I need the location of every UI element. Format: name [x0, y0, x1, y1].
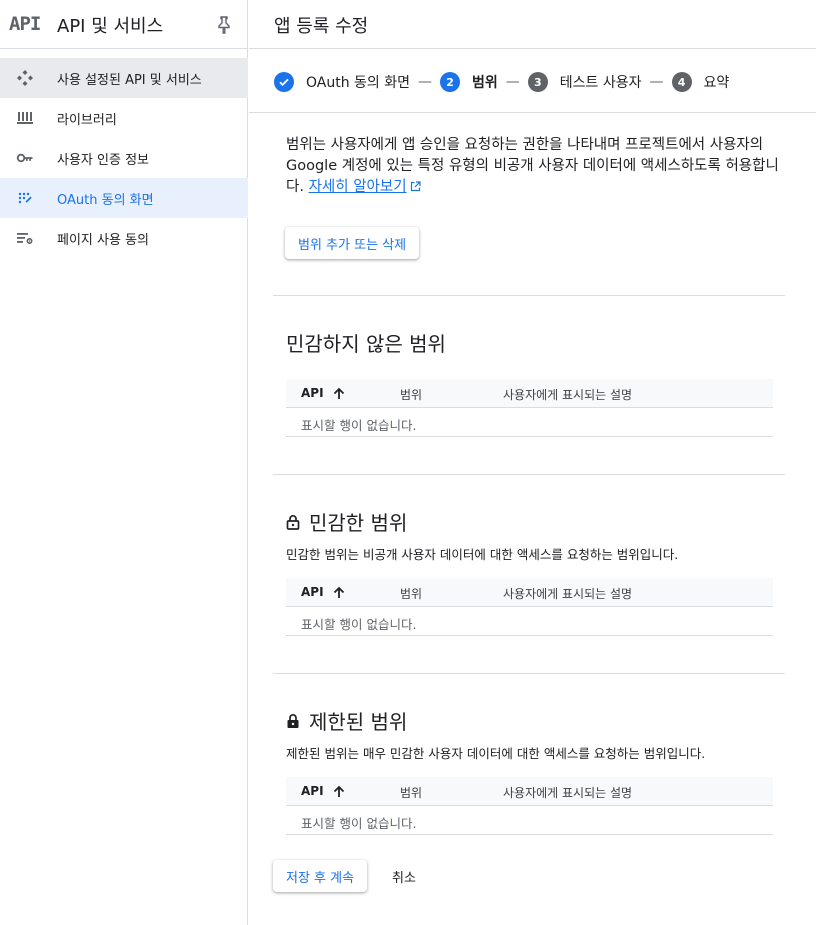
key-icon [16, 153, 33, 163]
section-title-text: 제한된 범위 [309, 710, 408, 734]
sidebar-item-credentials[interactable]: 사용자 인증 정보 [0, 138, 248, 178]
section-divider [273, 295, 785, 296]
step-separator: — [649, 74, 664, 90]
library-icon [17, 112, 33, 124]
step-1-label[interactable]: OAuth 동의 화면 [306, 72, 410, 92]
non-sensitive-scopes-title: 민감하지 않은 범위 [286, 328, 446, 357]
page-title: 앱 등록 수정 [274, 16, 369, 37]
stepper: OAuth 동의 화면 — 2 범위 — 3 테스트 사용자 — 4 요약 [274, 70, 729, 94]
step-separator: — [418, 74, 433, 90]
sidebar-title: API 및 서비스 [57, 16, 164, 37]
sidebar-item-library[interactable]: 라이브러리 [0, 98, 248, 138]
description-column-header: 사용자에게 표시되는 설명 [503, 786, 633, 800]
sidebar-item-label: OAuth 동의 화면 [57, 193, 154, 208]
restricted-scopes-table: API 범위 사용자에게 표시되는 설명 표시할 행이 없습니다. [286, 777, 773, 835]
api-column-label: API [301, 386, 324, 400]
section-divider [273, 474, 785, 475]
api-column-header[interactable]: API [301, 386, 345, 400]
table-header: API 범위 사용자에게 표시되는 설명 [286, 777, 773, 806]
restricted-scopes-title: 제한된 범위 [286, 706, 407, 735]
sort-ascending-icon[interactable] [333, 586, 345, 599]
cancel-button[interactable]: 취소 [392, 867, 416, 886]
api-column-header[interactable]: API [301, 585, 345, 599]
api-column-label: API [301, 784, 324, 798]
step-2-label: 범위 [472, 75, 498, 91]
sensitive-scopes-description: 민감한 범위는 비공개 사용자 데이터에 대한 액세스를 요청하는 범위입니다. [286, 547, 679, 562]
table-empty-row: 표시할 행이 없습니다. [286, 607, 773, 636]
sensitive-scopes-table: API 범위 사용자에게 표시되는 설명 표시할 행이 없습니다. [286, 578, 773, 636]
save-and-continue-button[interactable]: 저장 후 계속 [273, 860, 368, 892]
scope-column-header: 범위 [400, 587, 423, 601]
step-3-number: 3 [527, 72, 548, 92]
sidebar-item-label: 라이브러리 [57, 113, 117, 128]
lock-outline-icon [286, 514, 300, 530]
empty-message: 표시할 행이 없습니다. [301, 617, 417, 632]
api-diamond-icon [17, 70, 33, 86]
scope-column-header: 범위 [400, 786, 423, 800]
table-header: API 범위 사용자에게 표시되는 설명 [286, 379, 773, 408]
section-divider [273, 673, 785, 674]
api-column-label: API [301, 585, 324, 599]
sidebar-item-enabled-apis[interactable]: 사용 설정된 API 및 서비스 [0, 58, 248, 98]
sort-ascending-icon[interactable] [333, 387, 345, 400]
description-column-header: 사용자에게 표시되는 설명 [503, 388, 633, 402]
add-remove-scopes-button[interactable]: 범위 추가 또는 삭제 [285, 227, 420, 259]
sidebar-item-page-usage[interactable]: 페이지 사용 동의 [0, 218, 248, 258]
sidebar-item-oauth-consent[interactable]: OAuth 동의 화면 [0, 178, 248, 218]
sidebar-header: API API 및 서비스 [0, 0, 247, 49]
learn-more-link[interactable]: 자세히 알아보기 [309, 179, 407, 195]
step-separator: — [505, 74, 520, 90]
stepper-divider [249, 112, 816, 113]
sidebar-item-label: 사용자 인증 정보 [57, 153, 149, 168]
non-sensitive-scopes-table: API 범위 사용자에게 표시되는 설명 표시할 행이 없습니다. [286, 379, 773, 437]
restricted-scopes-description: 제한된 범위는 매우 민감한 사용자 데이터에 대한 액세스를 요청하는 범위입… [286, 746, 706, 761]
external-link-icon [410, 181, 421, 192]
sort-ascending-icon[interactable] [333, 785, 345, 798]
scope-column-header: 범위 [400, 388, 423, 402]
section-title-text: 민감한 범위 [309, 511, 408, 535]
step-4-label: 요약 [703, 75, 730, 91]
page-usage-settings-icon [17, 233, 33, 245]
api-column-header[interactable]: API [301, 784, 345, 798]
main-content: 앱 등록 수정 OAuth 동의 화면 — 2 범위 — 3 테스트 사용자 —… [249, 0, 816, 925]
step-4-number: 4 [671, 72, 692, 92]
api-logo: API [9, 13, 41, 35]
table-header: API 범위 사용자에게 표시되는 설명 [286, 578, 773, 607]
description-column-header: 사용자에게 표시되는 설명 [503, 587, 633, 601]
sidebar: API API 및 서비스 사용 설정된 API 및 서비스 라이브러리 사용자… [0, 0, 248, 925]
step-3-label: 테스트 사용자 [559, 75, 642, 91]
step-done-check-icon[interactable] [274, 72, 294, 92]
sidebar-item-label: 사용 설정된 API 및 서비스 [57, 73, 202, 88]
section-title-text: 민감하지 않은 범위 [286, 332, 446, 356]
table-empty-row: 표시할 행이 없습니다. [286, 806, 773, 835]
oauth-consent-icon [18, 192, 32, 204]
table-empty-row: 표시할 행이 없습니다. [286, 408, 773, 437]
scopes-intro-text: 범위는 사용자에게 앱 승인을 요청하는 권한을 나타내며 프로젝트에서 사용자… [286, 135, 786, 198]
empty-message: 표시할 행이 없습니다. [301, 418, 417, 433]
main-header: 앱 등록 수정 [249, 0, 816, 49]
sidebar-item-label: 페이지 사용 동의 [57, 233, 149, 248]
pin-icon[interactable] [217, 16, 231, 34]
sensitive-scopes-title: 민감한 범위 [286, 507, 407, 536]
step-2-number: 2 [440, 72, 461, 92]
lock-filled-icon [287, 713, 299, 728]
empty-message: 표시할 행이 없습니다. [301, 816, 417, 831]
